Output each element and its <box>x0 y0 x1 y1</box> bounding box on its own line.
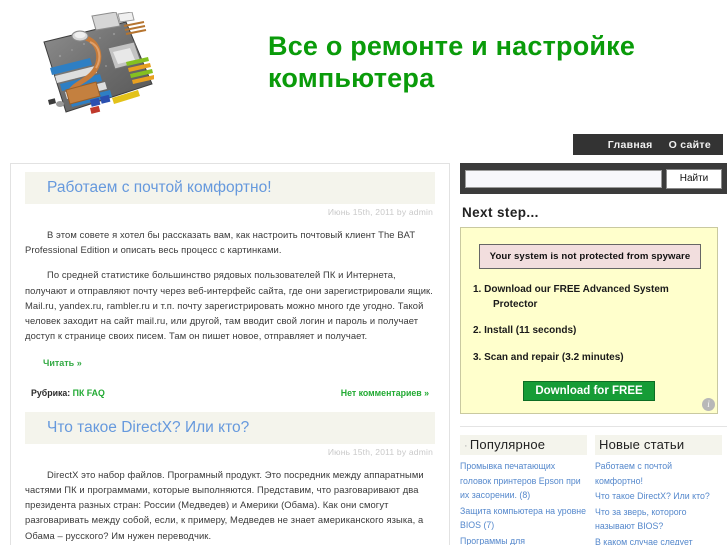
popular-link[interactable]: Программы для <box>460 534 587 545</box>
post-body: DirectX это набор файлов. Програмный про… <box>25 467 435 543</box>
comments-link[interactable]: Нет комментариев » <box>341 388 429 398</box>
post-paragraph: По средней статистике большинство рядовы… <box>25 269 433 342</box>
post-paragraph: В этом совете я хотел бы рассказать вам,… <box>25 229 415 256</box>
post-title-bar: Работаем с почтой комфортно! <box>25 172 435 204</box>
post-body: В этом совете я хотел бы рассказать вам,… <box>25 227 435 344</box>
content-area: Работаем с почтой комфортно! Июнь 15th, … <box>0 163 727 545</box>
recent-heading: Новые статьи <box>595 435 722 455</box>
post-article: Что такое DirectX? Или кто? Июнь 15th, 2… <box>11 411 449 545</box>
site-header: Все о ремонте и настройке компьютера <box>0 0 727 130</box>
post-title-bar: Что такое DirectX? Или кто? <box>25 411 435 444</box>
page-title: Все о ремонте и настройке компьютера <box>268 31 636 93</box>
recent-list-widget: Новые статьи Работаем с почтой комфортно… <box>595 435 722 545</box>
category-label: Рубрика: <box>31 387 71 398</box>
recent-link[interactable]: Работаем с почтой комфортно! <box>595 459 722 488</box>
post-title-link[interactable]: Работаем с почтой комфортно! <box>47 179 272 196</box>
post-category: Рубрика: ПК FAQ <box>31 388 105 398</box>
list-item: Работаем с почтой комфортно! <box>595 459 722 488</box>
ad-alert-banner: Your system is not protected from spywar… <box>479 244 701 269</box>
category-link[interactable]: ПК FAQ <box>73 388 105 398</box>
page-root: Все о ремонте и настройке компьютера Гла… <box>0 0 727 545</box>
post-footer: Рубрика: ПК FAQ Нет комментариев » <box>31 388 429 404</box>
nav-item-home[interactable]: Главная <box>608 139 653 151</box>
main-navigation: Главная О сайте <box>573 134 723 155</box>
ad-steps-list: 1. Download our FREE Advanced System Pro… <box>473 283 705 365</box>
list-item: Что такое DirectX? Или кто? <box>595 489 722 504</box>
popular-heading-text: Популярное <box>469 437 546 452</box>
recent-link[interactable]: Что такое DirectX? Или кто? <box>595 489 722 504</box>
post-article: Работаем с почтой комфортно! Июнь 15th, … <box>11 172 449 404</box>
bullet-icon: · <box>464 440 468 452</box>
download-for-free-button[interactable]: Download for FREE <box>523 381 655 401</box>
search-input[interactable] <box>465 169 662 188</box>
list-item: Что за зверь, которого называют BIOS? <box>595 505 722 534</box>
ad-step-item: 1. Download our FREE Advanced System Pro… <box>473 284 669 310</box>
list-item: Программы для <box>460 534 587 545</box>
post-title-link[interactable]: Что такое DirectX? Или кто? <box>47 419 249 436</box>
post-paragraph: DirectX это набор файлов. Програмный про… <box>25 468 424 541</box>
recent-link[interactable]: Что за зверь, которого называют BIOS? <box>595 505 722 534</box>
search-form: Найти <box>460 163 727 194</box>
next-step-heading: Next step... <box>462 205 539 220</box>
nav-item-about[interactable]: О сайте <box>669 139 711 151</box>
sidebar-column: Найти Next step... Your system is not pr… <box>460 163 727 545</box>
main-content-column: Работаем с почтой комфортно! Июнь 15th, … <box>10 163 450 545</box>
list-item: Защита компьютера на уровне BIOS (7) <box>460 504 587 533</box>
recent-items: Работаем с почтой комфортно! Что такое D… <box>595 459 722 545</box>
read-more-link[interactable]: Читать » <box>43 358 82 368</box>
motherboard-logo-icon <box>43 12 154 114</box>
popular-link[interactable]: Защита компьютера на уровне BIOS (7) <box>460 504 587 533</box>
popular-heading: · Популярное <box>460 435 587 455</box>
search-button[interactable]: Найти <box>666 168 722 189</box>
ad-step-item: 3. Scan and repair (3.2 minutes) <box>473 351 624 363</box>
list-item: В каком случае следует <box>595 535 722 545</box>
spyware-ad-widget: Your system is not protected from spywar… <box>460 227 718 414</box>
popular-items: Промывка печатающих головок принтеров Ep… <box>460 459 587 545</box>
post-meta: Июнь 15th, 2011 by admin <box>327 207 433 217</box>
popular-list-widget: · Популярное Промывка печатающих головок … <box>460 435 587 545</box>
ad-step-item: 2. Install (11 seconds) <box>473 325 577 336</box>
list-item: Промывка печатающих головок принтеров Ep… <box>460 459 587 503</box>
ad-button-row: Download for FREE <box>473 381 705 401</box>
post-meta: Июнь 15th, 2011 by admin <box>327 446 433 457</box>
recent-link[interactable]: В каком случае следует <box>595 535 722 545</box>
sidebar-lists: · Популярное Промывка печатающих головок … <box>460 426 727 545</box>
info-icon[interactable]: i <box>702 398 715 411</box>
popular-link[interactable]: Промывка печатающих головок принтеров Ep… <box>460 459 587 503</box>
